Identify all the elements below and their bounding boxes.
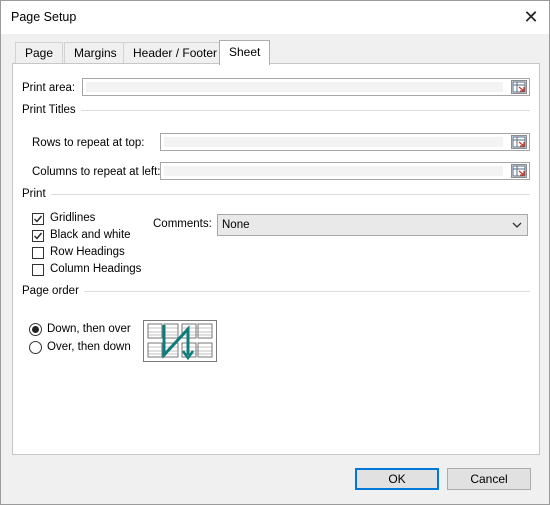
rows-repeat-label: Rows to repeat at top: xyxy=(32,137,145,149)
print-separator xyxy=(45,194,530,195)
gridlines-label: Gridlines xyxy=(50,212,96,224)
rows-repeat-field[interactable] xyxy=(160,133,530,151)
title-bar xyxy=(0,0,550,34)
close-icon[interactable]: ✕ xyxy=(520,6,542,28)
row-headings-checkbox[interactable] xyxy=(32,247,44,259)
black-and-white-checkbox[interactable] xyxy=(32,230,44,242)
down-then-over-radio[interactable] xyxy=(29,323,42,336)
page-order-separator xyxy=(80,291,530,292)
tab-sheet[interactable]: Sheet xyxy=(219,40,271,65)
print-area-field[interactable] xyxy=(82,78,530,96)
cols-repeat-field[interactable] xyxy=(160,162,530,180)
down-then-over-label: Down, then over xyxy=(47,323,131,335)
column-headings-checkbox[interactable] xyxy=(32,264,44,276)
print-titles-label: Print Titles xyxy=(22,104,81,116)
rows-repeat-input[interactable] xyxy=(164,137,503,147)
column-headings-label: Column Headings xyxy=(50,263,142,275)
range-picker-icon[interactable] xyxy=(511,164,527,178)
tab-page[interactable]: Page xyxy=(15,42,64,63)
comments-select[interactable]: None xyxy=(217,214,528,236)
print-area-input[interactable] xyxy=(86,82,503,92)
sheet-panel xyxy=(12,63,540,455)
range-picker-icon[interactable] xyxy=(511,135,527,149)
chevron-down-icon xyxy=(511,219,523,231)
gridlines-checkbox[interactable] xyxy=(32,213,44,225)
range-picker-icon[interactable] xyxy=(511,80,527,94)
page-order-preview-icon xyxy=(143,320,217,362)
ok-button[interactable]: OK xyxy=(355,468,439,490)
row-headings-label: Row Headings xyxy=(50,246,125,258)
dialog-title: Page Setup xyxy=(11,10,77,24)
over-then-down-radio[interactable] xyxy=(29,341,42,354)
print-titles-separator xyxy=(70,110,530,111)
over-then-down-label: Over, then down xyxy=(47,341,131,353)
black-and-white-label: Black and white xyxy=(50,229,131,241)
cols-repeat-label: Columns to repeat at left: xyxy=(32,166,161,178)
radio-selected-dot xyxy=(32,326,39,333)
page-order-label: Page order xyxy=(22,285,84,297)
print-label: Print xyxy=(22,188,51,200)
cols-repeat-input[interactable] xyxy=(164,166,503,176)
comments-label: Comments: xyxy=(153,218,212,230)
comments-value: None xyxy=(222,219,250,231)
cancel-button[interactable]: Cancel xyxy=(447,468,531,490)
tab-margins[interactable]: Margins xyxy=(64,42,127,63)
print-area-label: Print area: xyxy=(22,82,76,94)
tab-header-footer[interactable]: Header / Footer xyxy=(123,42,228,63)
